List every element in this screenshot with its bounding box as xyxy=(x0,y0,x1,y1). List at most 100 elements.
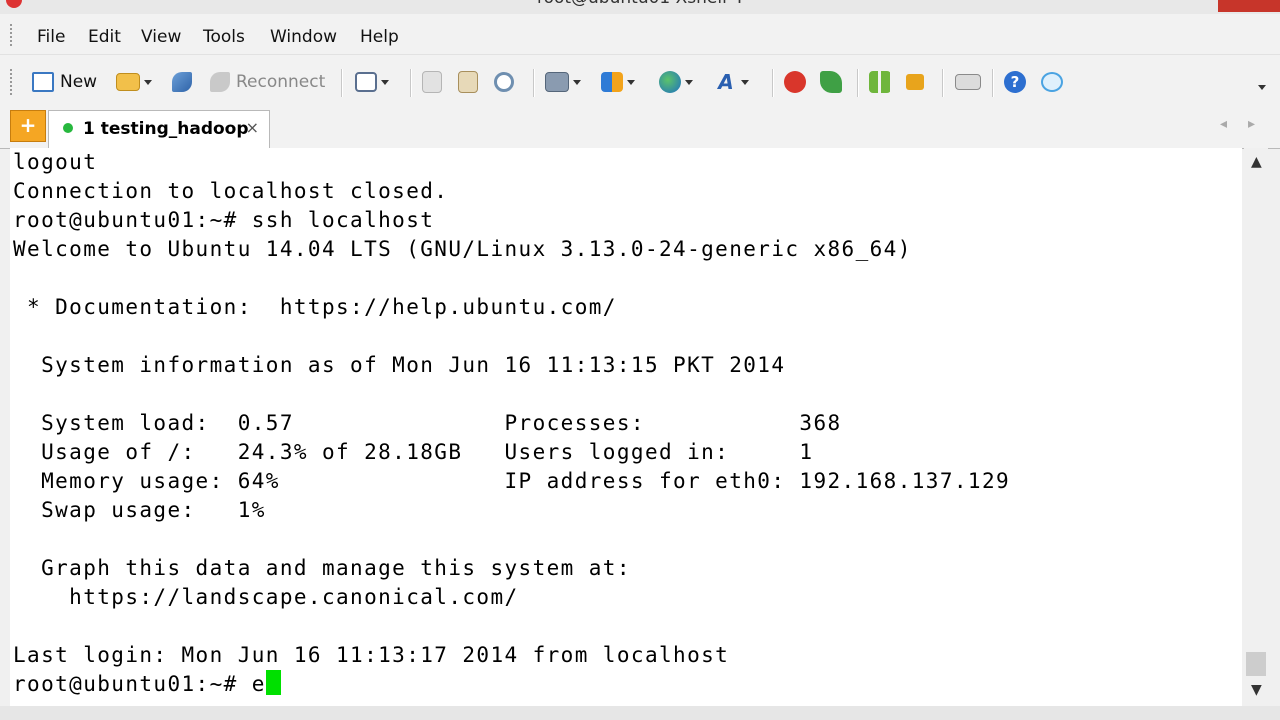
terminal-line: Swap usage: 1% xyxy=(13,498,266,522)
toolbar-separator xyxy=(410,69,412,97)
globe-button[interactable] xyxy=(659,68,693,96)
terminal-output[interactable]: logout Connection to localhost closed. r… xyxy=(10,148,1242,706)
chevron-down-icon xyxy=(144,79,152,85)
settings-icon xyxy=(355,72,377,92)
layout-icon xyxy=(869,71,891,93)
copy-icon xyxy=(422,71,442,93)
chevron-down-icon xyxy=(627,79,635,85)
status-bar xyxy=(0,706,1280,720)
toolbar-overflow-button[interactable] xyxy=(1254,73,1266,101)
terminal-line: Connection to localhost closed. xyxy=(13,179,449,203)
terminal-line: Last login: Mon Jun 16 11:13:17 2014 fro… xyxy=(13,643,730,667)
close-tab-icon[interactable]: × xyxy=(246,118,259,137)
menu-file[interactable]: File xyxy=(37,27,65,47)
menu-window[interactable]: Window xyxy=(270,27,337,47)
properties-icon xyxy=(172,72,192,92)
toolbar-separator xyxy=(341,69,343,97)
paste-icon xyxy=(458,71,478,93)
toolbar-separator xyxy=(772,69,774,97)
menu-tools[interactable]: Tools xyxy=(203,27,245,47)
xagent-icon xyxy=(820,71,842,93)
layout-button[interactable] xyxy=(869,68,891,96)
transfer-icon xyxy=(601,72,623,92)
keyboard-button[interactable] xyxy=(955,68,981,96)
terminal-line: root@ubuntu01:~# ssh localhost xyxy=(13,208,435,232)
terminal-line: Graph this data and manage this system a… xyxy=(13,556,631,580)
terminal-line: Usage of /: 24.3% of 28.18GB Users logge… xyxy=(13,440,814,464)
open-button[interactable] xyxy=(116,68,152,96)
font-icon: A xyxy=(718,70,734,94)
scroll-up-icon[interactable]: ▲ xyxy=(1251,154,1262,170)
toolbar-separator xyxy=(857,69,859,97)
menu-help[interactable]: Help xyxy=(360,27,399,47)
tab-testing-hadoop[interactable]: 1 testing_hadoop × xyxy=(48,110,270,149)
terminal-prompt-line[interactable]: root@ubuntu01:~# e xyxy=(13,670,281,699)
chat-button[interactable] xyxy=(1041,68,1063,96)
font-button[interactable]: A xyxy=(715,68,749,96)
chevron-down-icon xyxy=(741,79,749,85)
terminal-line: System load: 0.57 Processes: 368 xyxy=(13,411,842,435)
toolbar: New Reconnect A ? xyxy=(0,54,1280,109)
find-icon xyxy=(494,72,514,92)
tab-scroll-left-icon[interactable]: ◂ xyxy=(1220,116,1227,132)
connection-status-icon xyxy=(63,123,73,133)
toolbar-grip[interactable] xyxy=(10,69,15,95)
command-input[interactable]: e xyxy=(252,672,266,696)
close-window-button[interactable] xyxy=(1218,0,1280,12)
xftp-button[interactable] xyxy=(784,68,806,96)
terminal-line: * Documentation: https://help.ubuntu.com… xyxy=(13,295,617,319)
lock-button[interactable] xyxy=(906,68,924,96)
keyboard-icon xyxy=(955,74,981,90)
chevron-down-icon xyxy=(1258,84,1266,90)
chevron-down-icon xyxy=(685,79,693,85)
terminal-line: Welcome to Ubuntu 14.04 LTS (GNU/Linux 3… xyxy=(13,237,912,261)
properties-button[interactable] xyxy=(172,68,192,96)
transfer-button[interactable] xyxy=(601,68,635,96)
help-button[interactable]: ? xyxy=(1004,68,1026,96)
toolbar-separator xyxy=(942,69,944,97)
menubar-grip[interactable] xyxy=(10,24,15,46)
terminal-line: System information as of Mon Jun 16 11:1… xyxy=(13,353,786,377)
open-folder-icon xyxy=(116,73,140,91)
terminal-line: https://landscape.canonical.com/ xyxy=(13,585,519,609)
scroll-down-icon[interactable]: ▼ xyxy=(1251,682,1262,698)
copy-button[interactable] xyxy=(422,68,442,96)
chat-icon xyxy=(1041,72,1063,92)
toolbar-separator xyxy=(533,69,535,97)
tab-bar: + 1 testing_hadoop × ◂ ▸ xyxy=(0,108,1280,149)
menu-bar: File Edit View Tools Window Help xyxy=(0,14,1280,54)
shell-prompt: root@ubuntu01:~# xyxy=(13,672,252,696)
print-icon xyxy=(545,72,569,92)
settings-button[interactable] xyxy=(355,68,389,96)
reconnect-button[interactable]: Reconnect xyxy=(210,68,325,96)
window-title: root@ubuntu01 Xshell 4 xyxy=(0,0,1280,8)
plus-icon: + xyxy=(19,113,37,137)
terminal-line: logout xyxy=(13,150,98,174)
new-session-icon xyxy=(32,72,54,92)
globe-icon xyxy=(659,71,681,93)
find-button[interactable] xyxy=(494,68,514,96)
paste-button[interactable] xyxy=(458,68,478,96)
help-icon: ? xyxy=(1004,71,1026,93)
menu-view[interactable]: View xyxy=(141,27,181,47)
text-cursor xyxy=(265,670,281,695)
menu-edit[interactable]: Edit xyxy=(88,27,121,47)
print-button[interactable] xyxy=(545,68,581,96)
reconnect-button-label: Reconnect xyxy=(236,72,326,92)
new-tab-button[interactable]: + xyxy=(10,110,46,142)
new-button-label: New xyxy=(60,72,98,92)
vertical-scrollbar[interactable]: ▲ ▼ xyxy=(1244,148,1268,706)
toolbar-separator xyxy=(992,69,994,97)
title-bar: root@ubuntu01 Xshell 4 xyxy=(0,0,1280,14)
chevron-down-icon xyxy=(573,79,581,85)
terminal-line: Memory usage: 64% IP address for eth0: 1… xyxy=(13,469,1011,493)
xftp-icon xyxy=(784,71,806,93)
tab-scroll-right-icon[interactable]: ▸ xyxy=(1248,116,1255,132)
lock-icon xyxy=(906,74,924,90)
xagent-button[interactable] xyxy=(820,68,842,96)
new-button[interactable]: New xyxy=(32,68,97,96)
scrollbar-thumb[interactable] xyxy=(1246,652,1266,676)
chevron-down-icon xyxy=(381,79,389,85)
reconnect-icon xyxy=(210,72,230,92)
tab-label: 1 testing_hadoop xyxy=(83,119,249,139)
